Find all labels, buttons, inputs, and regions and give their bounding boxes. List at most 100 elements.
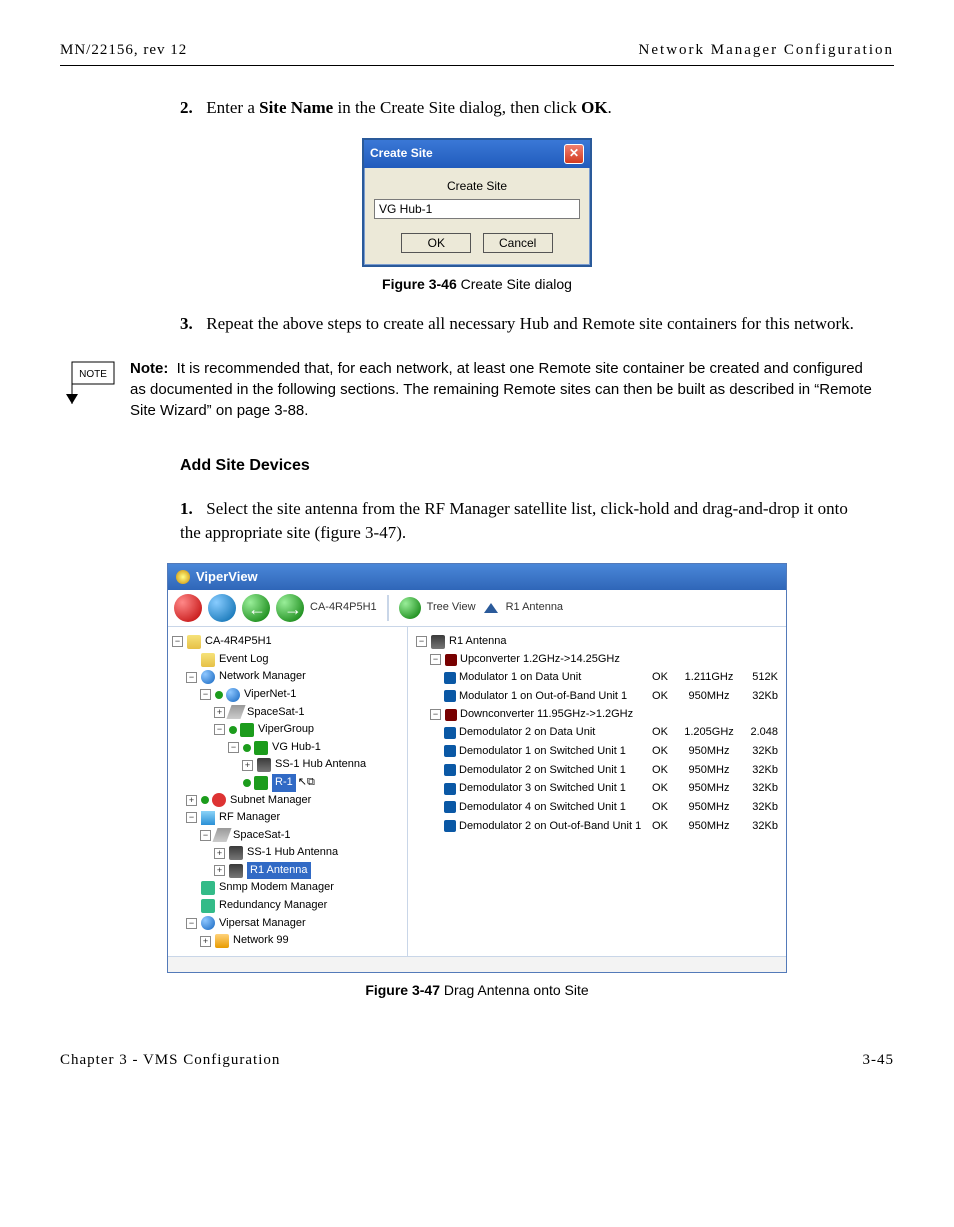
expander[interactable]: + — [200, 936, 211, 947]
expander[interactable]: − — [200, 830, 211, 841]
viperview-split: −CA-4R4P5H1 Event Log −Network Manager −… — [168, 627, 786, 956]
tree-spacesat[interactable]: SpaceSat-1 — [247, 704, 304, 722]
back-button[interactable]: ← — [242, 594, 270, 622]
dialog-title: Create Site — [370, 145, 433, 162]
figure-3-47-caption: Figure 3-47 Drag Antenna onto Site — [60, 981, 894, 1001]
tree-r1-antenna[interactable]: R1 Antenna — [247, 862, 311, 880]
expander[interactable]: − — [200, 689, 211, 700]
list-item[interactable]: Modulator 1 on Out-of-Band Unit 1OK950MH… — [416, 687, 778, 706]
site-name-input[interactable] — [374, 199, 580, 219]
t: Enter a — [206, 98, 259, 117]
demodulator-icon — [444, 801, 456, 813]
viperview-title: ViperView — [196, 568, 258, 586]
fig-text: Drag Antenna onto Site — [440, 982, 589, 998]
li-freq: 950MHz — [678, 742, 740, 761]
expander[interactable]: − — [186, 812, 197, 823]
tree-rfhub-antenna[interactable]: SS-1 Hub Antenna — [247, 844, 338, 862]
tree-snmp[interactable]: Snmp Modem Manager — [219, 879, 334, 897]
breadcrumb-1[interactable]: CA-4R4P5H1 — [310, 600, 377, 615]
tree-eventlog[interactable]: Event Log — [219, 651, 269, 669]
dialog-label: Create Site — [374, 178, 580, 195]
step-3-num: 3. — [180, 312, 202, 336]
toolbar-button-1[interactable] — [174, 594, 202, 622]
li-freq: 950MHz — [678, 817, 740, 836]
note-flag: NOTE — [60, 358, 116, 408]
tree-redund[interactable]: Redundancy Manager — [219, 897, 327, 915]
expander[interactable]: + — [242, 760, 253, 771]
note-label: Note: — [130, 360, 168, 377]
expander[interactable]: − — [172, 636, 183, 647]
expander[interactable]: − — [214, 724, 225, 735]
expander[interactable]: + — [186, 795, 197, 806]
list-item[interactable]: Demodulator 2 on Data UnitOK1.205GHz2.04… — [416, 723, 778, 742]
forward-button[interactable]: → — [276, 594, 304, 622]
viperview-tree[interactable]: −CA-4R4P5H1 Event Log −Network Manager −… — [168, 627, 408, 956]
li-name: Demodulator 2 on Out-of-Band Unit 1 — [459, 817, 641, 836]
li-rate: 512K — [740, 668, 778, 687]
folder-icon — [187, 635, 201, 649]
list-item[interactable]: Demodulator 1 on Switched Unit 1OK950MHz… — [416, 742, 778, 761]
site-name-bold: Site Name — [259, 98, 333, 117]
expander[interactable]: − — [416, 636, 427, 647]
tree-net99[interactable]: Network 99 — [233, 932, 289, 950]
li-name: Demodulator 2 on Data Unit — [459, 723, 595, 742]
globe-icon — [226, 688, 240, 702]
tree-vipergroup[interactable]: ViperGroup — [258, 721, 314, 739]
li-freq: 950MHz — [678, 798, 740, 817]
li-rate: 2.048 — [740, 723, 778, 742]
breadcrumb-3[interactable]: R1 Antenna — [506, 600, 564, 615]
expander[interactable]: − — [228, 742, 239, 753]
li-rate: 32Kb — [740, 798, 778, 817]
li-rate: 32Kb — [740, 742, 778, 761]
list-item[interactable]: Demodulator 3 on Switched Unit 1OK950MHz… — [416, 779, 778, 798]
tree-hub-antenna[interactable]: SS-1 Hub Antenna — [275, 756, 366, 774]
li-name: Demodulator 2 on Switched Unit 1 — [459, 761, 626, 780]
footer-left: Chapter 3 - VMS Configuration — [60, 1050, 280, 1071]
tree-hub[interactable]: VG Hub-1 — [272, 739, 321, 757]
li-name: Modulator 1 on Out-of-Band Unit 1 — [459, 687, 627, 706]
expander[interactable]: − — [430, 709, 441, 720]
expander[interactable]: − — [186, 672, 197, 683]
list-item[interactable]: Demodulator 4 on Switched Unit 1OK950MHz… — [416, 798, 778, 817]
antenna-icon — [431, 635, 445, 649]
expander[interactable]: + — [214, 848, 225, 859]
viperview-list[interactable]: −R1 Antenna −Upconverter 1.2GHz->14.25GH… — [408, 627, 786, 956]
list-item[interactable]: Demodulator 2 on Switched Unit 1OK950MHz… — [416, 761, 778, 780]
status-dot-icon — [229, 726, 237, 734]
cancel-button[interactable]: Cancel — [483, 233, 553, 253]
tree-rf[interactable]: RF Manager — [219, 809, 280, 827]
li-status: OK — [642, 779, 678, 798]
tree-vsm[interactable]: Vipersat Manager — [219, 915, 306, 933]
tree-rfsat[interactable]: SpaceSat-1 — [233, 827, 290, 845]
list-item[interactable]: Demodulator 2 on Out-of-Band Unit 1OK950… — [416, 817, 778, 836]
list-item[interactable]: Modulator 1 on Data UnitOK1.211GHz512K — [416, 668, 778, 687]
tree-nm[interactable]: Network Manager — [219, 668, 306, 686]
ok-button[interactable]: OK — [401, 233, 471, 253]
status-dot-icon — [243, 744, 251, 752]
tree-view-icon[interactable] — [399, 597, 421, 619]
create-site-dialog: Create Site ✕ Create Site OK Cancel — [362, 138, 592, 267]
list-downconverter[interactable]: Downconverter 11.95GHz->1.2GHz — [460, 706, 633, 724]
list-upconverter[interactable]: Upconverter 1.2GHz->14.25GHz — [460, 651, 620, 669]
toolbar-button-2[interactable] — [208, 594, 236, 622]
breadcrumb-2[interactable]: Tree View — [427, 600, 476, 615]
step-1b-body: Select the site antenna from the RF Mana… — [180, 499, 848, 542]
expander[interactable]: + — [214, 865, 225, 876]
step-1b-num: 1. — [180, 497, 202, 521]
step-3: 3. Repeat the above steps to create all … — [180, 312, 854, 336]
tree-r1[interactable]: R-1 — [272, 774, 296, 792]
expander[interactable]: − — [186, 918, 197, 929]
section-add-site-devices: Add Site Devices — [180, 455, 894, 477]
expander[interactable]: − — [430, 654, 441, 665]
expander[interactable]: + — [214, 707, 225, 718]
tree-root[interactable]: CA-4R4P5H1 — [205, 633, 272, 651]
group-icon — [240, 723, 254, 737]
drag-cursor-icon: ↖⧉ — [298, 774, 315, 792]
li-freq: 1.205GHz — [678, 723, 740, 742]
tree-subnet[interactable]: Subnet Manager — [230, 792, 311, 810]
antenna-icon — [229, 864, 243, 878]
close-button[interactable]: ✕ — [564, 144, 584, 164]
list-root[interactable]: R1 Antenna — [449, 633, 507, 651]
header-left: MN/22156, rev 12 — [60, 40, 187, 61]
tree-vipernet[interactable]: ViperNet-1 — [244, 686, 296, 704]
